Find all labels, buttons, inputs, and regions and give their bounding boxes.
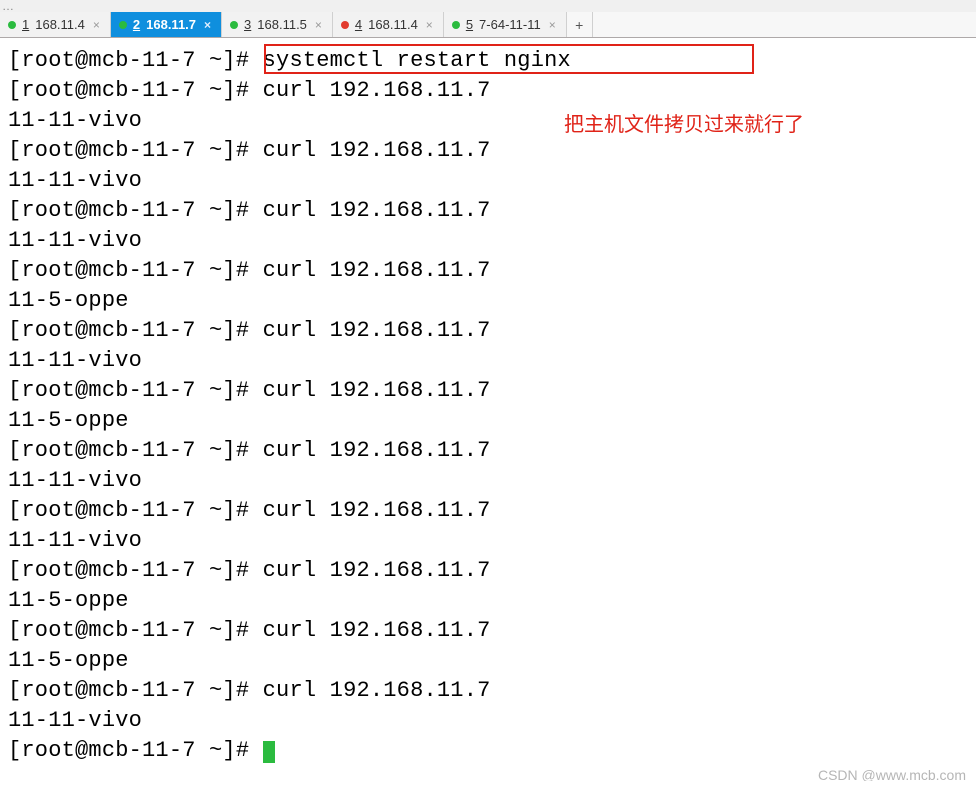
shell-command: curl 192.168.11.7 [263, 258, 491, 283]
tab-168-11-7[interactable]: 2 168.11.7 × [111, 12, 222, 37]
close-icon[interactable]: × [313, 18, 324, 32]
command-output: 11-11-vivo [8, 108, 142, 133]
shell-prompt: [root@mcb-11-7 ~]# [8, 318, 263, 343]
terminal-prompt-line: [root@mcb-11-7 ~]# [8, 736, 968, 766]
shell-prompt: [root@mcb-11-7 ~]# [8, 558, 263, 583]
terminal-prompt-line: [root@mcb-11-7 ~]# curl 192.168.11.7 [8, 676, 968, 706]
shell-command: curl 192.168.11.7 [263, 618, 491, 643]
close-icon[interactable]: × [547, 18, 558, 32]
terminal-prompt-line: [root@mcb-11-7 ~]# curl 192.168.11.7 [8, 76, 968, 106]
terminal-prompt-line: [root@mcb-11-7 ~]# curl 192.168.11.7 [8, 376, 968, 406]
tab-168-11-4[interactable]: 1 168.11.4 × [0, 12, 111, 37]
tab-bar: 1 168.11.4×2 168.11.7×3 168.11.5×4 168.1… [0, 12, 976, 38]
status-dot-icon [230, 21, 238, 29]
annotation-text: 把主机文件拷贝过来就行了 [564, 108, 804, 137]
terminal-prompt-line: [root@mcb-11-7 ~]# curl 192.168.11.7 [8, 136, 968, 166]
tab-number: 1 [22, 17, 29, 32]
tab-number: 3 [244, 17, 251, 32]
command-output: 11-5-oppe [8, 588, 129, 613]
terminal-output-line: 11-11-vivo [8, 346, 968, 376]
terminal-output-line: 11-11-vivo [8, 166, 968, 196]
terminal-prompt-line: [root@mcb-11-7 ~]# curl 192.168.11.7 [8, 496, 968, 526]
shell-command: curl 192.168.11.7 [263, 198, 491, 223]
tab-168-11-4[interactable]: 4 168.11.4 × [333, 12, 444, 37]
terminal-output-line: 11-11-vivo [8, 106, 968, 136]
shell-command: curl 192.168.11.7 [263, 438, 491, 463]
shell-prompt: [root@mcb-11-7 ~]# [8, 738, 263, 763]
close-icon[interactable]: × [424, 18, 435, 32]
titlebar-fragment: … [0, 0, 976, 12]
status-dot-icon [8, 21, 16, 29]
tab-label: 7-64-11-11 [479, 17, 541, 32]
terminal-prompt-line: [root@mcb-11-7 ~]# curl 192.168.11.7 [8, 196, 968, 226]
close-icon[interactable]: × [202, 18, 213, 32]
tab-label: 168.11.4 [368, 17, 418, 32]
tab-7-64-11-11[interactable]: 5 7-64-11-11 × [444, 12, 567, 37]
status-dot-icon [341, 21, 349, 29]
shell-command: curl 192.168.11.7 [263, 318, 491, 343]
shell-prompt: [root@mcb-11-7 ~]# [8, 378, 263, 403]
terminal-output-line: 11-11-vivo [8, 226, 968, 256]
terminal-output-line: 11-5-oppe [8, 406, 968, 436]
terminal-prompt-line: [root@mcb-11-7 ~]# curl 192.168.11.7 [8, 616, 968, 646]
command-output: 11-5-oppe [8, 288, 129, 313]
terminal-output-line: 11-5-oppe [8, 586, 968, 616]
shell-prompt: [root@mcb-11-7 ~]# [8, 198, 263, 223]
shell-command: curl 192.168.11.7 [263, 378, 491, 403]
tab-label: 168.11.7 [146, 17, 196, 32]
terminal-output[interactable]: [root@mcb-11-7 ~]# systemctl restart ngi… [0, 38, 976, 766]
tab-number: 5 [466, 17, 473, 32]
command-output: 11-11-vivo [8, 348, 142, 373]
tab-label: 168.11.4 [35, 17, 85, 32]
terminal-prompt-line: [root@mcb-11-7 ~]# curl 192.168.11.7 [8, 256, 968, 286]
shell-prompt: [root@mcb-11-7 ~]# [8, 258, 263, 283]
terminal-output-line: 11-11-vivo [8, 706, 968, 736]
terminal-prompt-line: [root@mcb-11-7 ~]# curl 192.168.11.7 [8, 316, 968, 346]
status-dot-icon [119, 21, 127, 29]
shell-prompt: [root@mcb-11-7 ~]# [8, 618, 263, 643]
close-icon[interactable]: × [91, 18, 102, 32]
terminal-output-line: 11-11-vivo [8, 466, 968, 496]
command-output: 11-11-vivo [8, 708, 142, 733]
shell-command: curl 192.168.11.7 [263, 678, 491, 703]
terminal-output-line: 11-11-vivo [8, 526, 968, 556]
shell-command: curl 192.168.11.7 [263, 498, 491, 523]
shell-command: curl 192.168.11.7 [263, 558, 491, 583]
tab-label: 168.11.5 [257, 17, 307, 32]
shell-prompt: [root@mcb-11-7 ~]# [8, 438, 263, 463]
shell-prompt: [root@mcb-11-7 ~]# [8, 498, 263, 523]
tab-number: 2 [133, 17, 140, 32]
shell-command: curl 192.168.11.7 [263, 138, 491, 163]
shell-prompt: [root@mcb-11-7 ~]# [8, 78, 263, 103]
add-tab-button[interactable]: + [567, 12, 593, 37]
crop-overlay [0, 781, 976, 791]
shell-command: curl 192.168.11.7 [263, 78, 491, 103]
terminal-output-line: 11-5-oppe [8, 286, 968, 316]
command-output: 11-5-oppe [8, 408, 129, 433]
terminal-prompt-line: [root@mcb-11-7 ~]# curl 192.168.11.7 [8, 556, 968, 586]
command-output: 11-11-vivo [8, 468, 142, 493]
cursor-icon [263, 741, 275, 763]
status-dot-icon [452, 21, 460, 29]
shell-prompt: [root@mcb-11-7 ~]# [8, 678, 263, 703]
shell-prompt: [root@mcb-11-7 ~]# [8, 138, 263, 163]
terminal-prompt-line: [root@mcb-11-7 ~]# systemctl restart ngi… [8, 46, 968, 76]
command-output: 11-11-vivo [8, 528, 142, 553]
terminal-prompt-line: [root@mcb-11-7 ~]# curl 192.168.11.7 [8, 436, 968, 466]
tab-168-11-5[interactable]: 3 168.11.5 × [222, 12, 333, 37]
shell-command: systemctl restart nginx [263, 48, 571, 73]
shell-prompt: [root@mcb-11-7 ~]# [8, 48, 263, 73]
command-output: 11-11-vivo [8, 168, 142, 193]
tab-number: 4 [355, 17, 362, 32]
command-output: 11-5-oppe [8, 648, 129, 673]
terminal-output-line: 11-5-oppe [8, 646, 968, 676]
command-output: 11-11-vivo [8, 228, 142, 253]
